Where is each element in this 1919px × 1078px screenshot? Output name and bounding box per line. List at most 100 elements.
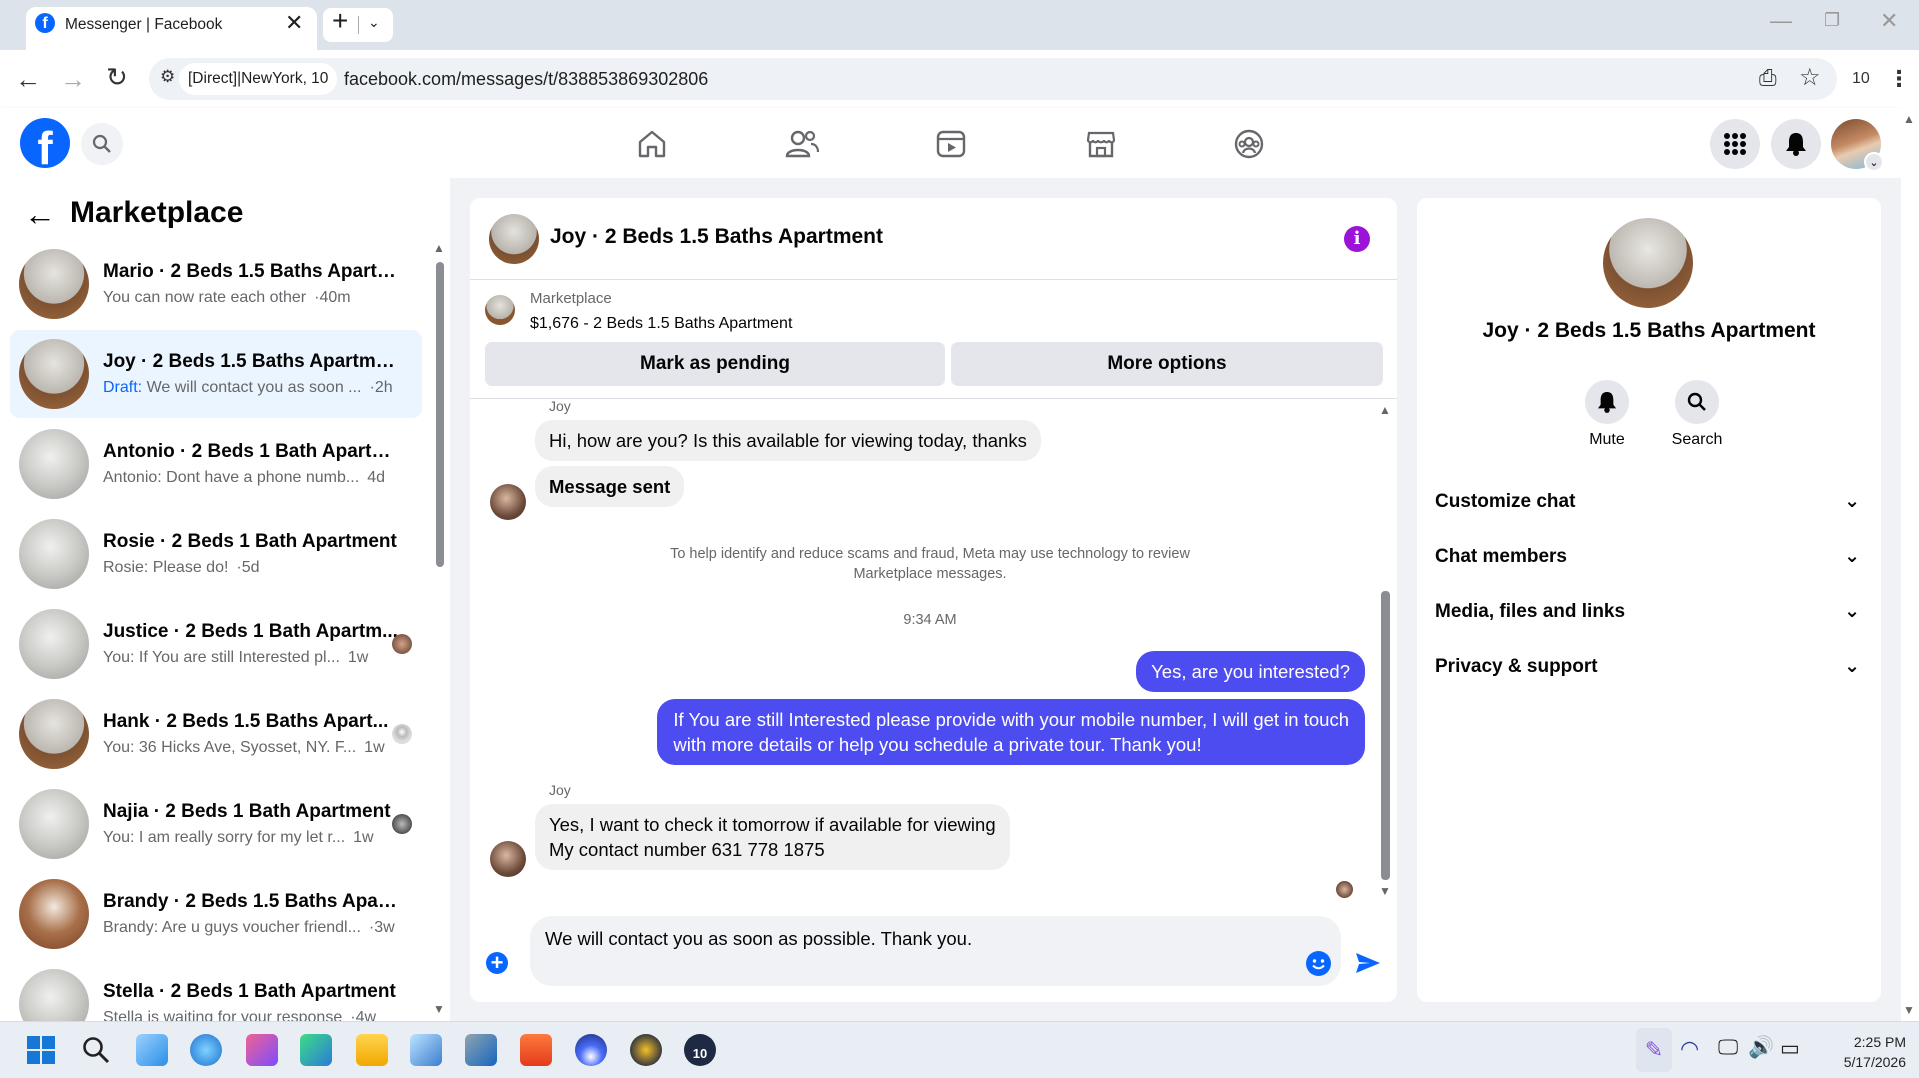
network-app-icon[interactable] (465, 1034, 497, 1066)
account-chevron-down-icon[interactable]: ⌄ (1864, 152, 1884, 172)
conversation-time: 4d (367, 469, 385, 486)
search-in-chat-button[interactable]: Search (1665, 380, 1729, 449)
tab-list-chevron-icon[interactable]: ⌄ (368, 14, 380, 31)
browser-tab[interactable]: f Messenger | Facebook ✕ (26, 7, 317, 50)
privacy-support-section[interactable]: Privacy & support ⌄ (1435, 655, 1860, 678)
outgoing-message[interactable]: Yes, are you interested? (1136, 651, 1365, 692)
listing-thumbnail[interactable] (485, 295, 515, 325)
widgets-app-icon[interactable] (300, 1034, 332, 1066)
back-arrow-icon[interactable]: ← (24, 196, 56, 233)
windows-start-icon[interactable] (27, 1036, 55, 1064)
install-app-icon[interactable]: ⎙ (1759, 65, 1777, 91)
taskbar-clock[interactable]: 2:25 PM 5/17/2026 (1822, 1032, 1906, 1072)
watch-icon[interactable] (935, 128, 967, 160)
conversation-title: Stella · 2 Beds 1 Bath Apartment (103, 981, 396, 1002)
vpn-app-icon[interactable] (575, 1034, 607, 1066)
chat-members-section[interactable]: Chat members ⌄ (1435, 545, 1860, 568)
facebook-logo[interactable]: f (20, 118, 70, 168)
conversation-item[interactable]: Antonio · 2 Beds 1 Bath Apartme... Antoni… (10, 420, 422, 508)
add-attachment-icon[interactable]: + (486, 952, 508, 974)
vpn-tray-icon[interactable]: ◠ (1680, 1036, 1699, 1062)
composer-text[interactable]: We will contact you as soon as possible.… (545, 928, 972, 950)
conversation-title: Rosie · 2 Beds 1 Bath Apartment (103, 531, 397, 552)
site-settings-icon[interactable]: ⚙ (160, 67, 175, 87)
conversation-item[interactable]: Joy · 2 Beds 1.5 Baths Apartment Draft: W… (10, 330, 422, 418)
conversation-item[interactable]: Rosie · 2 Beds 1 Bath Apartment Rosie: Pl… (10, 510, 422, 598)
conversation-item[interactable]: Najia · 2 Beds 1 Bath Apartment You: I am… (10, 780, 422, 868)
chat-info-avatar[interactable] (1603, 218, 1693, 308)
conversation-item[interactable]: Mario · 2 Beds 1.5 Baths Apartm... You ca… (10, 240, 422, 328)
conversation-item[interactable]: Stella · 2 Beds 1 Bath Apartment Stella i… (10, 960, 422, 1021)
more-options-button[interactable]: More options (951, 342, 1383, 386)
home-icon[interactable] (636, 128, 668, 160)
conversation-item[interactable]: Justice · 2 Beds 1 Bath Apartm... You: If… (10, 600, 422, 688)
incoming-message[interactable]: Message sent (535, 466, 685, 507)
battery-tray-icon[interactable]: ▭ (1780, 1036, 1800, 1061)
back-arrow-icon[interactable]: ← (15, 64, 41, 95)
reload-icon[interactable]: ↻ (106, 62, 128, 93)
incoming-message[interactable]: Hi, how are you? Is this available for v… (535, 420, 1041, 461)
emoji-icon[interactable] (1306, 951, 1331, 976)
tab-close-icon[interactable]: ✕ (285, 10, 303, 36)
browser-app-icon[interactable] (190, 1034, 222, 1066)
profile-app-icon[interactable]: 10 (684, 1034, 716, 1066)
incoming-message[interactable]: Yes, I want to check it tomorrow if avai… (535, 804, 1010, 870)
file-explorer-icon[interactable] (356, 1034, 388, 1066)
conversation-thumbnail (19, 429, 89, 499)
chat-scrollbar-thumb[interactable] (1381, 591, 1390, 880)
friends-icon[interactable] (785, 128, 819, 160)
mark-as-pending-button[interactable]: Mark as pending (485, 342, 945, 386)
outgoing-message[interactable]: If You are still Interested please provi… (657, 699, 1365, 765)
restore-icon[interactable]: ❐ (1824, 10, 1840, 31)
scroll-down-arrow-icon[interactable]: ▼ (433, 1002, 445, 1016)
browser-menu-icon[interactable]: ⋮ (1888, 66, 1910, 92)
control-panel-icon[interactable] (410, 1034, 442, 1066)
minimize-icon[interactable]: — (1770, 8, 1792, 34)
sender-avatar[interactable] (490, 841, 526, 877)
new-tab-button[interactable]: + (332, 5, 348, 37)
conversation-preview: You: 36 Hicks Ave, Syosset, NY. F... (103, 739, 357, 756)
scroll-down-arrow-icon[interactable]: ▼ (1379, 884, 1391, 898)
groups-icon[interactable] (1233, 128, 1265, 160)
taskbar-search-icon[interactable] (82, 1036, 110, 1064)
snipping-tool-icon[interactable] (246, 1034, 278, 1066)
conversation-preview: Antonio: Dont have a phone numb... (103, 469, 360, 486)
chat-avatar[interactable] (489, 214, 539, 264)
chat-header-title[interactable]: Joy · 2 Beds 1.5 Baths Apartment (550, 225, 883, 249)
sender-avatar[interactable] (490, 484, 526, 520)
page-scrollbar-track[interactable] (1901, 108, 1919, 1021)
conversation-item[interactable]: Brandy · 2 Beds 1.5 Baths Apart... Brandy… (10, 870, 422, 958)
notifications-icon[interactable] (1771, 119, 1821, 169)
brave-browser-icon[interactable] (520, 1034, 552, 1066)
media-files-links-section[interactable]: Media, files and links ⌄ (1435, 600, 1860, 623)
send-icon[interactable] (1355, 951, 1381, 975)
marketplace-icon[interactable] (1085, 128, 1117, 160)
pen-tray-icon[interactable]: ✎ (1636, 1028, 1672, 1072)
message-composer[interactable]: We will contact you as soon as possible.… (530, 916, 1341, 986)
scroll-up-arrow-icon[interactable]: ▲ (433, 241, 445, 255)
ix-browser-icon[interactable] (630, 1034, 662, 1066)
info-icon[interactable]: i (1344, 226, 1370, 252)
forward-arrow-icon[interactable]: → (60, 64, 86, 95)
scroll-up-arrow-icon[interactable]: ▲ (1379, 403, 1391, 417)
customize-chat-section[interactable]: Customize chat ⌄ (1435, 490, 1860, 513)
url-text[interactable]: facebook.com/messages/t/838853869302806 (344, 69, 708, 90)
omnibox[interactable]: ⚙ [Direct]|NewYork, 10 facebook.com/mess… (149, 58, 1837, 100)
notice-line: Marketplace messages. (853, 566, 1007, 582)
conversation-title: Najia · 2 Beds 1 Bath Apartment (103, 801, 391, 822)
search-icon[interactable] (81, 123, 123, 165)
volume-tray-icon[interactable]: 🔊 (1748, 1036, 1774, 1060)
window-close-icon[interactable]: ✕ (1880, 8, 1898, 34)
listing-title[interactable]: $1,676 - 2 Beds 1.5 Baths Apartment (530, 315, 792, 333)
sidebar-scrollbar-thumb[interactable] (436, 262, 444, 567)
proxy-chip[interactable]: [Direct]|NewYork, 10 (179, 63, 338, 95)
mute-button[interactable]: Mute (1578, 380, 1636, 449)
scroll-up-arrow-icon[interactable]: ▲ (1903, 112, 1915, 126)
conversation-item[interactable]: Hank · 2 Beds 1.5 Baths Apart... You: 36 … (10, 690, 422, 778)
bookmark-star-icon[interactable]: ☆ (1799, 63, 1821, 92)
task-view-icon[interactable] (136, 1034, 168, 1066)
extensions-count[interactable]: 10 (1852, 70, 1870, 88)
menu-grid-icon[interactable] (1710, 119, 1760, 169)
network-tray-icon[interactable]: 🖵 (1718, 1036, 1738, 1060)
scroll-down-arrow-icon[interactable]: ▼ (1903, 1003, 1915, 1017)
